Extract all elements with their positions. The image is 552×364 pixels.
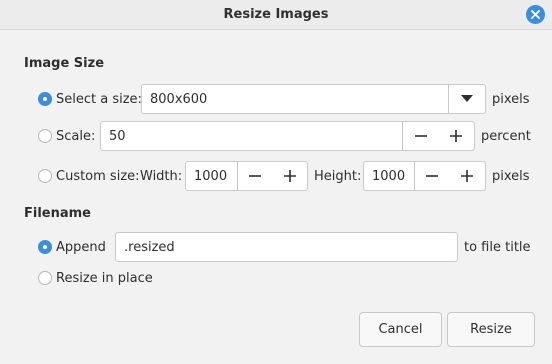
scale-decrement-button[interactable]	[402, 121, 439, 151]
plus-icon	[450, 130, 462, 142]
append-label: Append	[56, 239, 106, 255]
select-size-label: Select a size:	[56, 91, 142, 107]
scale-unit: percent	[481, 128, 531, 144]
close-button[interactable]	[526, 5, 545, 24]
chevron-down-icon	[461, 95, 473, 102]
image-size-heading: Image Size	[24, 56, 105, 71]
custom-size-unit: pixels	[492, 168, 530, 184]
scale-label: Scale:	[56, 128, 96, 144]
append-input[interactable]: .resized	[115, 232, 458, 262]
scale-increment-button[interactable]	[438, 121, 475, 151]
scale-radio[interactable]	[38, 129, 52, 143]
custom-size-radio[interactable]	[38, 169, 52, 183]
custom-size-label: Custom size:	[56, 168, 140, 184]
select-size-option[interactable]: Select a size:	[38, 84, 142, 114]
title-bar: Resize Images	[0, 0, 552, 30]
height-increment-button[interactable]	[449, 161, 486, 191]
append-suffix-label: to file title	[464, 239, 531, 255]
width-increment-button[interactable]	[272, 161, 308, 191]
minus-icon	[414, 135, 427, 137]
resize-button[interactable]: Resize	[447, 312, 535, 347]
minus-icon	[249, 175, 261, 177]
custom-size-option[interactable]: Custom size:	[38, 161, 140, 191]
resize-in-place-radio[interactable]	[38, 271, 52, 285]
minus-icon	[426, 175, 438, 177]
size-dropdown-button[interactable]	[448, 84, 486, 114]
select-size-unit: pixels	[492, 91, 530, 107]
window-title: Resize Images	[223, 7, 329, 22]
scale-input[interactable]: 50	[100, 121, 403, 151]
close-icon	[531, 10, 540, 19]
size-select-value[interactable]: 800x600	[141, 84, 449, 114]
width-input[interactable]: 1000	[185, 161, 238, 191]
resize-in-place-label: Resize in place	[56, 270, 153, 286]
select-size-radio[interactable]	[38, 92, 52, 106]
resize-images-dialog: Resize Images Image Size Select a size: …	[0, 0, 552, 364]
plus-icon	[461, 170, 473, 182]
scale-option[interactable]: Scale:	[38, 121, 95, 151]
height-input[interactable]: 1000	[363, 161, 415, 191]
append-radio[interactable]	[38, 240, 52, 254]
width-decrement-button[interactable]	[237, 161, 273, 191]
append-option[interactable]: Append	[38, 232, 106, 262]
cancel-button[interactable]: Cancel	[359, 312, 442, 347]
width-label: Width:	[140, 168, 183, 184]
resize-in-place-option[interactable]: Resize in place	[38, 263, 153, 293]
plus-icon	[283, 170, 296, 182]
filename-heading: Filename	[24, 206, 91, 221]
height-decrement-button[interactable]	[414, 161, 450, 191]
height-label: Height:	[314, 168, 362, 184]
